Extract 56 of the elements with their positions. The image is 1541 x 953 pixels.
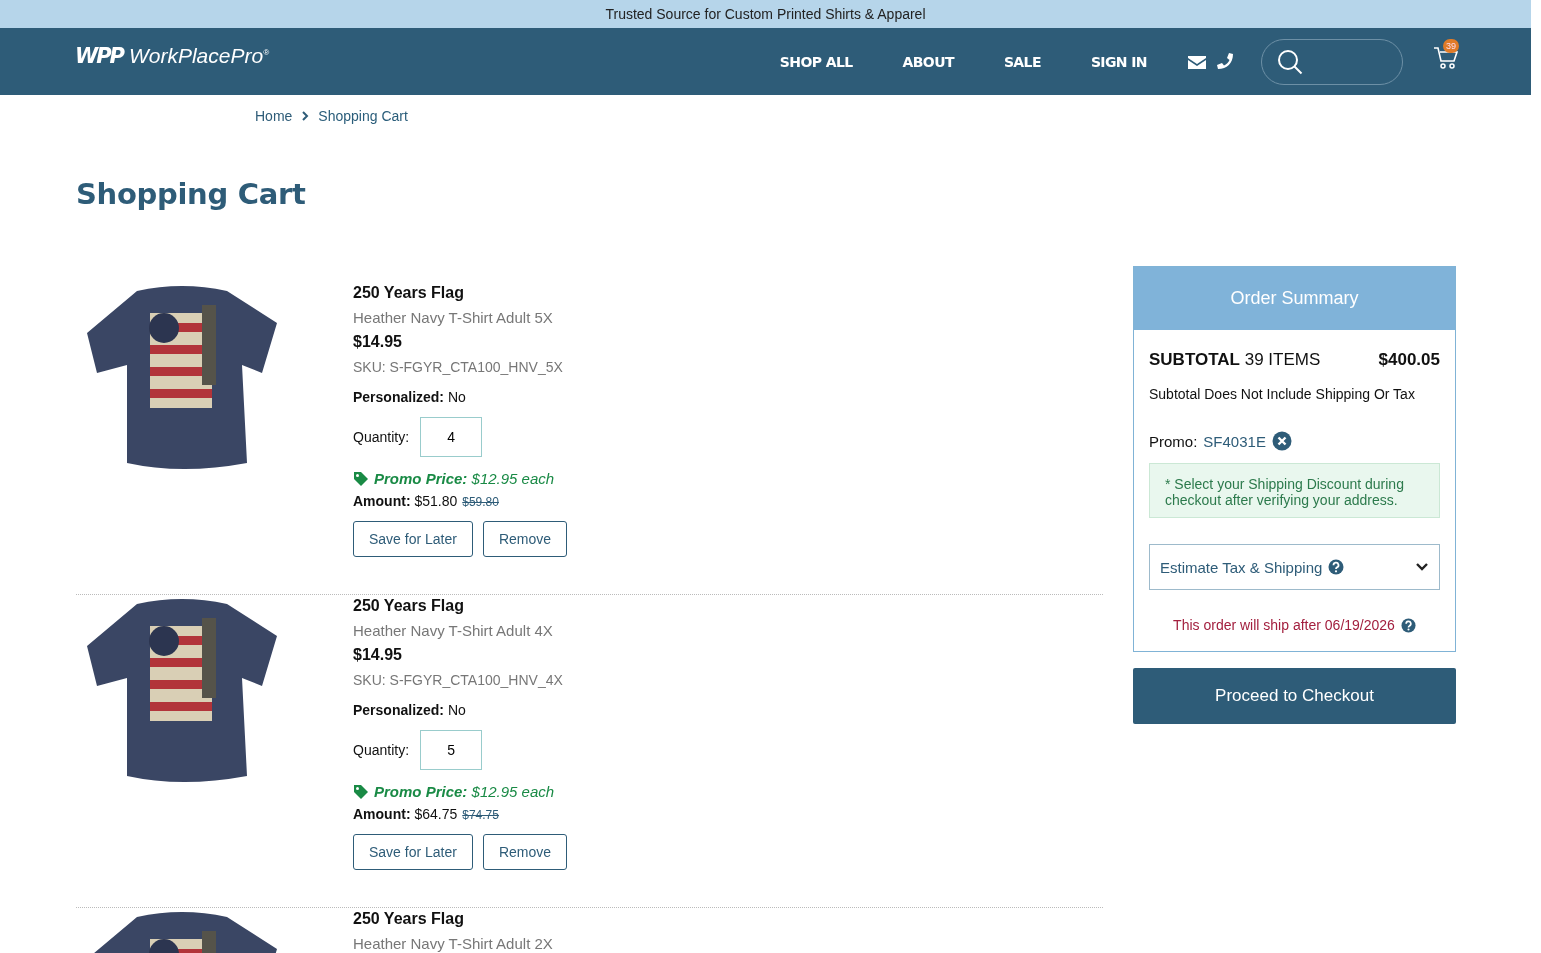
product-price: $14.95 [353,333,403,351]
ship-date-notice: This order will ship after 06/19/2026 [1173,617,1395,633]
phone-icon[interactable] [1215,51,1235,72]
order-summary-title: Order Summary [1134,267,1455,330]
amount-text: Amount: $64.75 [353,806,458,822]
help-icon[interactable] [1400,617,1416,633]
breadcrumb-link[interactable]: Shopping Cart [318,108,408,124]
promo-code: SF4031E [1203,432,1266,450]
estimate-dropdown[interactable]: Estimate Tax & Shipping [1149,544,1440,590]
quantity-field[interactable]: 4 [420,417,483,457]
promo-price-text: Promo Price: $12.95 each [374,783,555,800]
product-variant: Heather Navy T-Shirt Adult 5X [353,309,554,326]
nav-link[interactable]: SHOP ALL [779,53,853,70]
subtotal-note: Subtotal Does Not Include Shipping Or Tax [1149,386,1416,402]
product-sku: SKU: S-FGYR_CTA100_HNV_5X [353,359,564,375]
subtotal-label: SUBTOTAL 39 ITEMS [1149,350,1321,370]
product-title[interactable]: 250 Years Flag [353,910,553,928]
product-title[interactable]: 250 Years Flag [353,284,568,302]
logo[interactable]: WPP WorkPlacePro$^{®}$ [75,43,270,68]
subtotal-value: $400.05 [1378,350,1440,370]
product-sku: SKU: S-FGYR_CTA100_HNV_4X [353,672,564,688]
checkout-button[interactable]: Proceed to Checkout [1133,668,1456,724]
nav-link[interactable]: ABOUT [902,53,954,70]
original-amount: $59.80 [462,495,499,509]
quantity-field[interactable]: 5 [420,730,483,770]
promo-label: Promo: [1149,432,1198,450]
quantity-label: Quantity: [353,742,410,758]
estimate-label: Estimate Tax & Shipping [1160,558,1323,576]
product-variant: Heather Navy T-Shirt Adult 2X [353,935,553,952]
product-variant: Heather Navy T-Shirt Adult 4X [353,622,554,639]
amount-text: Amount: $51.80 [353,493,458,509]
original-amount: $74.75 [462,808,499,822]
nav-link[interactable]: SIGN IN [1090,53,1147,70]
tag-icon [353,783,369,800]
product-price: $14.95 [353,646,403,664]
personalized-text: Personalized: No [353,389,467,405]
personalized-text: Personalized: No [353,702,467,718]
announcement-text: Trusted Source for Custom Printed Shirts & Apparel [605,6,926,22]
search-icon [1276,47,1304,76]
chevron-right-icon [301,111,310,121]
item-action-button[interactable]: Save for Later [353,834,473,870]
tag-icon [353,470,369,487]
item-action-button[interactable]: Remove [482,834,568,870]
promo-price-text: Promo Price: $12.95 each [374,470,555,487]
remove-promo-icon[interactable] [1271,431,1292,451]
quantity-label: Quantity: [353,429,410,445]
item-action-button[interactable]: Remove [482,521,568,557]
breadcrumb-link[interactable]: Home [255,108,293,124]
product-title[interactable]: 250 Years Flag [353,597,568,615]
nav-link[interactable]: SALE [1003,53,1041,70]
shipping-notice: * Select your Shipping Discount during checkout after verifying your address. [1149,463,1440,518]
item-action-button[interactable]: Save for Later [353,521,473,557]
envelope-icon[interactable] [1187,53,1207,70]
page-title: Shopping Cart [76,177,307,211]
help-icon[interactable] [1328,559,1345,575]
cart-count-badge: 39 [1443,38,1459,53]
